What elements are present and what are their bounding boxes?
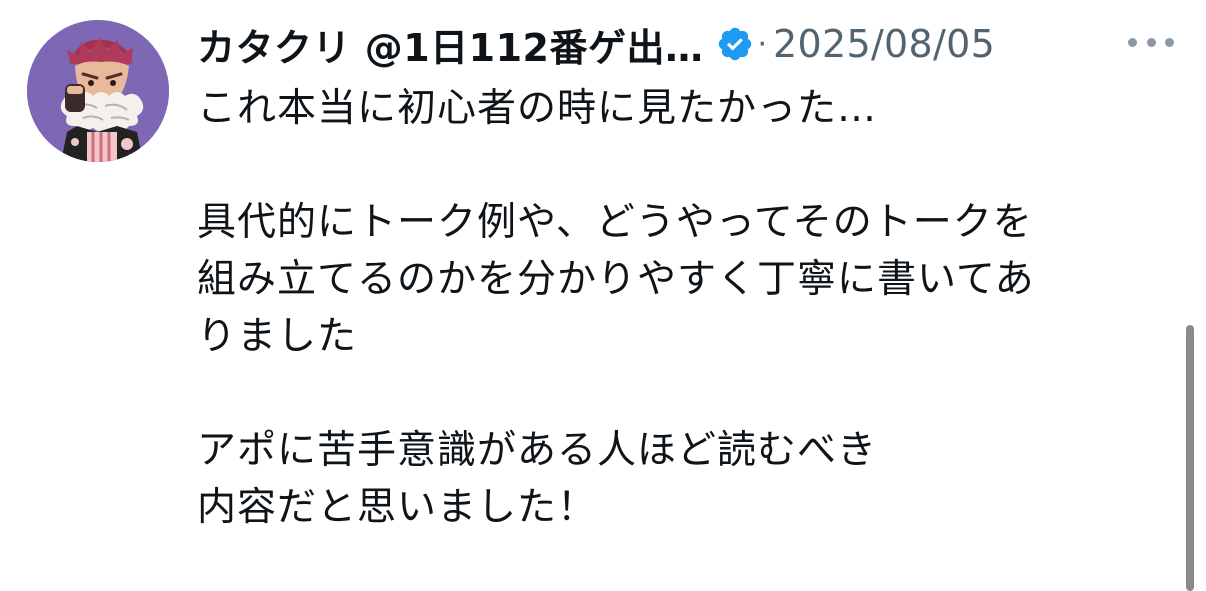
- post-text-spacer: [197, 137, 1157, 194]
- more-dot: [1165, 37, 1174, 47]
- scrollbar-thumb[interactable]: [1186, 325, 1194, 591]
- post-text-line: 組み立てるのかを分かりやすく丁寧に書いてあ: [197, 257, 1035, 302]
- more-options-icon[interactable]: [1128, 28, 1174, 56]
- post-header: カタクリ @1日112番ゲ出… · 2025/08/05: [197, 14, 995, 74]
- post-date[interactable]: 2025/08/05: [773, 22, 995, 66]
- verified-badge-icon[interactable]: [716, 25, 754, 63]
- display-name[interactable]: カタクリ @1日112番ゲ出…: [197, 17, 704, 72]
- more-dot: [1146, 37, 1156, 47]
- separator-dot: ·: [757, 26, 768, 62]
- post-text-line: りました: [197, 314, 358, 359]
- post-body: これ本当に初心者の時に見たかった… 具代的にトーク例や、どうやってそのトークを …: [197, 80, 1157, 536]
- post-text-line: これ本当に初心者の時に見たかった…: [197, 86, 878, 131]
- post-text-line: 具代的にトーク例や、どうやってそのトークを: [197, 200, 1033, 245]
- post-text-line: アポに苦手意識がある人ほど読むべき: [197, 428, 878, 473]
- avatar-image: [27, 20, 169, 162]
- post-text-spacer: [197, 365, 1157, 422]
- post-card: カタクリ @1日112番ゲ出… · 2025/08/05 これ本当に初心者の時に…: [0, 0, 1206, 591]
- more-dot: [1128, 37, 1137, 47]
- avatar[interactable]: [27, 20, 169, 162]
- post-text-line: 内容だと思いました！: [197, 485, 598, 530]
